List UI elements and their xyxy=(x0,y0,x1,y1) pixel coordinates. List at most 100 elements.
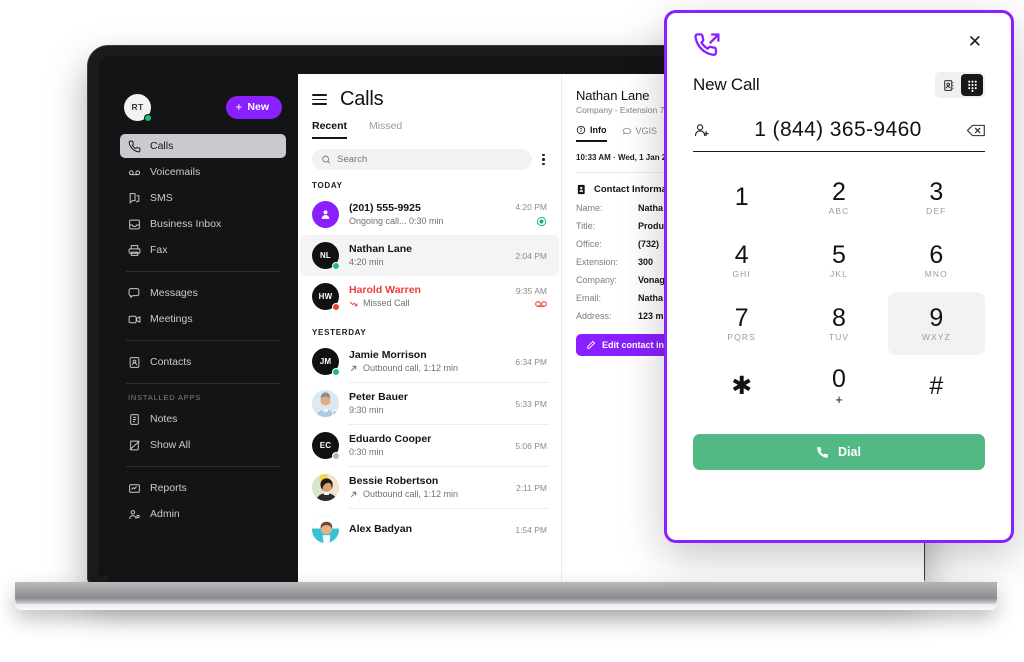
call-time: 5:06 PM xyxy=(515,440,547,451)
more-options-icon[interactable] xyxy=(540,152,547,168)
tab-recent[interactable]: Recent xyxy=(312,120,348,139)
dialpad-key-star[interactable]: ✱ xyxy=(693,355,790,418)
sidebar-item-messages[interactable]: Messages xyxy=(120,281,286,305)
sidebar-item-show-all[interactable]: Show All xyxy=(120,433,286,457)
call-row[interactable]: (201) 555-9925 Ongoing call... 0:30 min … xyxy=(300,194,559,235)
edit-contact-info-label: Edit contact info xyxy=(602,340,673,350)
search-input[interactable] xyxy=(337,154,524,165)
sidebar-label: Meetings xyxy=(150,313,193,325)
key-letters: GHI xyxy=(732,268,751,279)
call-row[interactable]: Bessie Robertson Outbound call, 1:12 min… xyxy=(300,467,559,508)
call-row[interactable]: EC Eduardo Cooper 0:30 min 5:06 PM xyxy=(300,425,559,466)
key-letters: DEF xyxy=(926,205,947,216)
call-row[interactable]: HW Harold Warren Missed Call 9:35 AM xyxy=(300,276,559,317)
call-row[interactable]: JM Jamie Morrison Outbound call, 1:12 mi… xyxy=(300,341,559,382)
field-key: Title: xyxy=(576,221,596,231)
call-row[interactable]: NL Nathan Lane 4:20 min 2:04 PM xyxy=(300,235,559,276)
call-time: 5:33 PM xyxy=(515,398,547,409)
sidebar-item-voicemails[interactable]: Voicemails xyxy=(120,160,286,184)
modal-top-row: ✕ xyxy=(693,31,985,60)
contact-card-icon xyxy=(577,184,585,195)
page-title: Calls xyxy=(340,88,384,110)
avatar[interactable]: RT xyxy=(124,93,152,122)
dial-button[interactable]: Dial xyxy=(693,434,985,470)
presence-dot-offline xyxy=(332,410,339,417)
avatar xyxy=(312,201,339,228)
dialpad-icon xyxy=(967,80,977,92)
dialpad-key-8[interactable]: 8 TUV xyxy=(790,292,887,355)
sidebar-item-sms[interactable]: SMS xyxy=(120,186,286,210)
call-sub-text: Outbound call, 1:12 min xyxy=(363,363,459,374)
notes-icon xyxy=(130,413,139,425)
tab-vgis[interactable]: VGIS xyxy=(622,125,657,142)
sidebar-item-contacts[interactable]: Contacts xyxy=(120,350,286,374)
day-label-yesterday: YESTERDAY xyxy=(312,328,367,337)
dialpad-key-0[interactable]: 0 + xyxy=(790,355,887,418)
sidebar-item-calls[interactable]: Calls xyxy=(120,134,286,158)
calls-list[interactable]: TODAY (201) 555-9925 Ongoing call... 0:3… xyxy=(298,170,561,586)
tab-info[interactable]: Info xyxy=(576,125,607,142)
call-sub-text: 0:30 min xyxy=(349,447,384,458)
avatar-initials: JM xyxy=(319,357,332,366)
sidebar-label: Contacts xyxy=(150,356,192,368)
phone-number-display[interactable]: 1 (844) 365-9460 xyxy=(720,118,956,142)
sidebar-nav: Calls Voicemails SMS Business Inbox Fax … xyxy=(120,134,286,526)
avatar: HW xyxy=(312,283,340,311)
dialpad-key-9[interactable]: 9 WXYZ xyxy=(887,292,985,355)
dialpad-key-2[interactable]: 2 ABC xyxy=(790,166,887,229)
call-name: Eduardo Cooper xyxy=(349,433,432,446)
call-subtitle: 4:20 min xyxy=(349,256,505,269)
phone-icon xyxy=(817,446,828,458)
sidebar-item-notes[interactable]: Notes xyxy=(120,407,286,431)
field-value: Vonag xyxy=(638,275,665,285)
field-key: Office: xyxy=(576,239,602,249)
call-info: Alex Badyan xyxy=(349,522,505,536)
sidebar-item-fax[interactable]: Fax xyxy=(120,238,286,262)
sidebar-item-business-inbox[interactable]: Business Inbox xyxy=(120,212,286,236)
call-meta: 4:20 PM xyxy=(515,202,547,227)
dialpad-key-5[interactable]: 5 JKL xyxy=(790,229,887,292)
sidebar-item-reports[interactable]: Reports xyxy=(120,476,286,500)
call-row[interactable]: Alex Badyan 1:54 PM xyxy=(300,509,559,550)
tab-missed[interactable]: Missed xyxy=(369,120,402,139)
call-info: Peter Bauer 9:30 min xyxy=(349,390,505,417)
dialpad-key-1[interactable]: 1 xyxy=(693,166,790,229)
new-button[interactable]: + New xyxy=(226,95,282,119)
dialpad-key-6[interactable]: 6 MNO xyxy=(888,229,985,292)
dialpad-key-4[interactable]: 4 GHI xyxy=(693,229,790,292)
sidebar-label: Messages xyxy=(150,287,198,299)
call-name: Alex Badyan xyxy=(349,523,413,536)
close-icon[interactable]: ✕ xyxy=(965,31,985,52)
call-row[interactable]: Peter Bauer 9:30 min 5:33 PM xyxy=(300,383,559,424)
search-icon xyxy=(322,155,331,164)
call-subtitle: 0:30 min xyxy=(349,446,505,459)
sidebar-label: Show All xyxy=(150,439,191,451)
sidebar-item-admin[interactable]: Admin xyxy=(120,502,286,526)
search-box[interactable] xyxy=(312,149,533,170)
backspace-icon[interactable] xyxy=(966,123,985,138)
key-letters: WXYZ xyxy=(921,331,951,342)
outbound-call-icon xyxy=(694,33,720,56)
call-time: 1:54 PM xyxy=(515,524,547,535)
call-name: Bessie Robertson xyxy=(349,475,439,488)
call-time: 6:34 PM xyxy=(515,356,547,367)
dialpad-key-hash[interactable]: # xyxy=(888,355,985,418)
contacts-view-button[interactable] xyxy=(937,74,959,96)
calls-title-row: Calls xyxy=(312,88,547,111)
sidebar-item-meetings[interactable]: Meetings xyxy=(120,307,286,331)
dialpad-key-7[interactable]: 7 PQRS xyxy=(693,292,790,355)
call-sub-text: 9:30 min xyxy=(349,405,384,416)
key-letters: ABC xyxy=(828,205,850,216)
presence-dot-online xyxy=(332,262,340,270)
field-key: Email: xyxy=(576,293,602,303)
search-row xyxy=(298,139,561,170)
dial-button-label: Dial xyxy=(838,445,861,459)
modal-view-toggle xyxy=(935,72,985,98)
call-time: 4:20 PM xyxy=(515,202,547,212)
calls-list-column: Calls Recent Missed Search TODAY (201) 5… xyxy=(298,74,561,586)
dialpad-view-button[interactable] xyxy=(961,74,983,96)
hamburger-menu-icon[interactable] xyxy=(312,94,327,105)
dialpad-key-3[interactable]: 3 DEF xyxy=(888,166,985,229)
add-person-icon[interactable] xyxy=(693,122,710,139)
plus-icon: + xyxy=(235,100,243,114)
